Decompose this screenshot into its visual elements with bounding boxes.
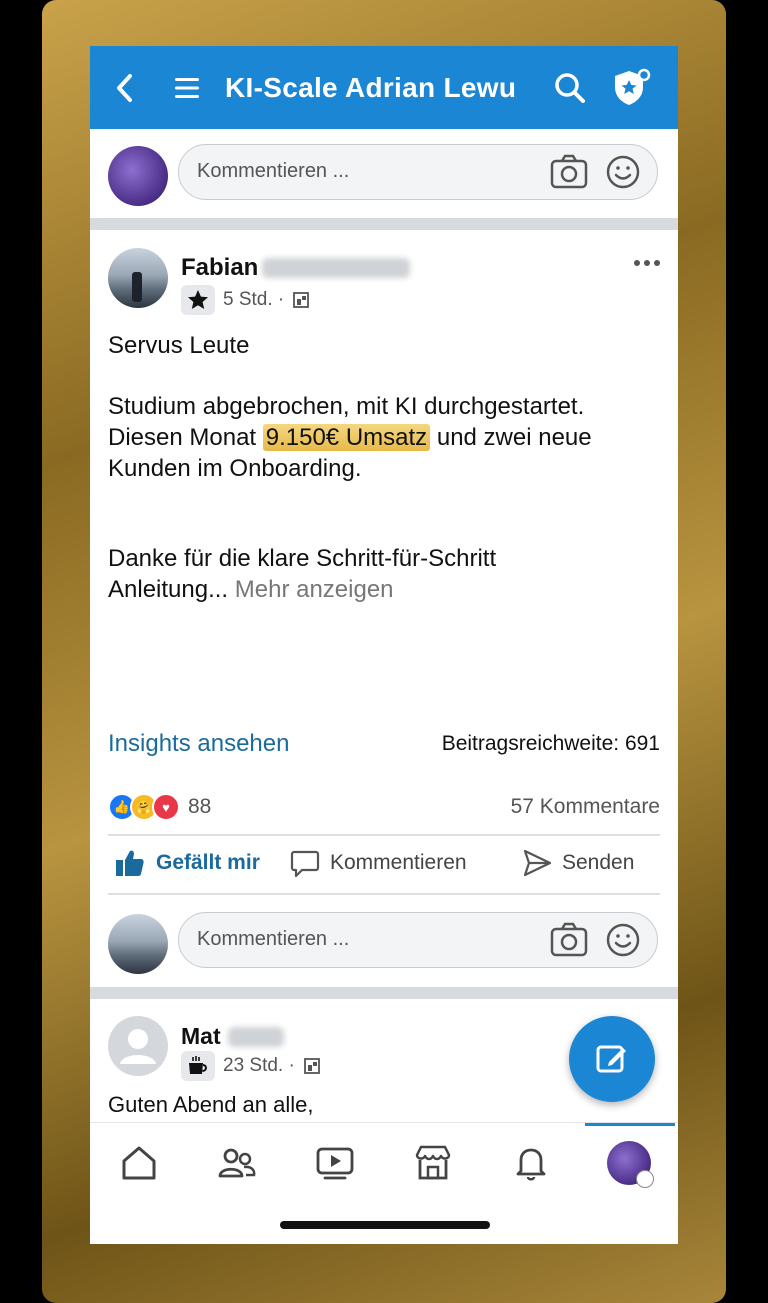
author-name[interactable]: Fabian (181, 254, 258, 282)
author-avatar[interactable] (108, 248, 168, 308)
emoji-icon[interactable] (605, 922, 641, 958)
group-title: KI-Scale Adrian Lewu (225, 72, 517, 103)
group-visibility-icon (293, 292, 310, 308)
menu-button[interactable] (172, 68, 202, 108)
post-card: Fabian 5 Std. · Servus Leute Studium abg… (90, 230, 678, 983)
like-button[interactable]: Gefällt mir (114, 848, 260, 878)
badge-coffee (181, 1051, 215, 1081)
search-button[interactable] (552, 68, 588, 108)
comment-bubble-icon (290, 850, 320, 878)
group-visibility-icon (303, 1058, 320, 1074)
emoji-icon[interactable] (605, 154, 641, 190)
comment-placeholder: Kommentieren ... (197, 160, 350, 182)
tab-home[interactable] (115, 1139, 163, 1187)
app-screen: KI-Scale Adrian Lewu Kommentieren ... Fa… (90, 46, 678, 1244)
post-time: 23 Std. · (223, 1055, 295, 1076)
post-line3: Kunden im Onboarding. (108, 455, 362, 482)
tab-profile[interactable] (605, 1139, 654, 1188)
camera-icon[interactable] (550, 154, 588, 190)
tab-marketplace[interactable] (409, 1139, 457, 1187)
home-indicator (280, 1221, 490, 1229)
send-button[interactable]: Senden (522, 848, 634, 878)
love-reaction-icon: ♥ (152, 793, 180, 821)
revenue-highlight: 9.150€ Umsatz (262, 424, 431, 451)
active-tab-indicator (585, 1123, 675, 1126)
post-line2-pre: Diesen Monat (108, 424, 263, 451)
comment-button[interactable]: Kommentieren (290, 848, 467, 878)
top-comment-composer: Kommentieren ... (90, 129, 678, 215)
default-user-icon (120, 1029, 156, 1064)
post-meta: 23 Std. · (181, 1051, 321, 1081)
edit-icon (596, 1045, 626, 1073)
back-button[interactable] (110, 68, 140, 108)
home-icon (122, 1146, 156, 1180)
bell-icon (516, 1148, 546, 1181)
current-user-avatar[interactable] (108, 146, 168, 206)
coffee-cup-icon (189, 1056, 207, 1074)
profile-avatar (607, 1141, 654, 1188)
admin-shield-button[interactable] (610, 68, 652, 108)
post-comment-composer: Kommentieren ... (90, 897, 678, 983)
badge-star (181, 285, 215, 315)
camera-icon[interactable] (550, 922, 588, 958)
post-reach: Beitragsreichweite: 691 (441, 732, 660, 755)
send-label: Senden (562, 851, 635, 874)
shield-star-icon (615, 68, 651, 105)
author-lastname-blurred (228, 1027, 284, 1047)
hamburger-icon (175, 78, 199, 98)
post-line5-text: Anleitung... (108, 576, 229, 603)
post-line5: Anleitung... Mehr anzeigen (108, 574, 394, 605)
commenter-avatar[interactable] (108, 914, 168, 974)
post-comment-input[interactable]: Kommentieren ... (178, 912, 658, 968)
post-line2-post: und zwei neue (430, 424, 592, 451)
post-meta: 5 Std. · (181, 285, 310, 315)
reactions-summary[interactable]: 👍 🤗 ♥ 88 (108, 793, 211, 821)
author-lastname-blurred (262, 258, 410, 278)
post-time: 5 Std. · (223, 289, 285, 310)
more-options-icon[interactable] (633, 258, 661, 268)
send-icon (523, 849, 552, 877)
feed-separator (90, 218, 678, 230)
chevron-left-icon (117, 74, 132, 102)
action-divider-bottom (108, 893, 660, 895)
people-icon (218, 1148, 256, 1178)
comment-input[interactable]: Kommentieren ... (178, 144, 658, 200)
like-label: Gefällt mir (156, 851, 260, 874)
menu-badge-icon (636, 1170, 654, 1188)
show-more-link[interactable]: Mehr anzeigen (235, 576, 394, 603)
tab-notifications[interactable] (507, 1139, 555, 1187)
bottom-tab-bar (90, 1122, 678, 1244)
action-divider-top (108, 834, 660, 836)
reaction-count: 88 (188, 795, 212, 818)
group-header: KI-Scale Adrian Lewu (90, 46, 678, 129)
tab-members[interactable] (213, 1139, 261, 1187)
post-greeting: Servus Leute (108, 332, 250, 359)
author-avatar-placeholder[interactable] (108, 1016, 168, 1076)
shop-icon (415, 1145, 451, 1180)
post-text-preview: Guten Abend an alle, (108, 1092, 314, 1117)
thumbs-up-icon (116, 850, 144, 876)
author-name[interactable]: Mat (181, 1023, 221, 1050)
feed-separator (90, 987, 678, 999)
compose-post-button[interactable] (569, 1016, 655, 1102)
video-icon (316, 1147, 354, 1180)
post-line2: Diesen Monat 9.150€ Umsatz und zwei neue (108, 422, 592, 453)
comment-count[interactable]: 57 Kommentare (511, 795, 660, 819)
tab-video[interactable] (311, 1139, 359, 1187)
search-icon (555, 73, 585, 103)
comment-label: Kommentieren (330, 851, 467, 874)
post-comment-placeholder: Kommentieren ... (197, 928, 350, 950)
star-icon (188, 290, 208, 309)
post-line4: Danke für die klare Schritt-für-Schritt (108, 545, 497, 572)
post-line1: Studium abgebrochen, mit KI durchgestart… (108, 393, 585, 420)
insights-link[interactable]: Insights ansehen (108, 730, 289, 758)
